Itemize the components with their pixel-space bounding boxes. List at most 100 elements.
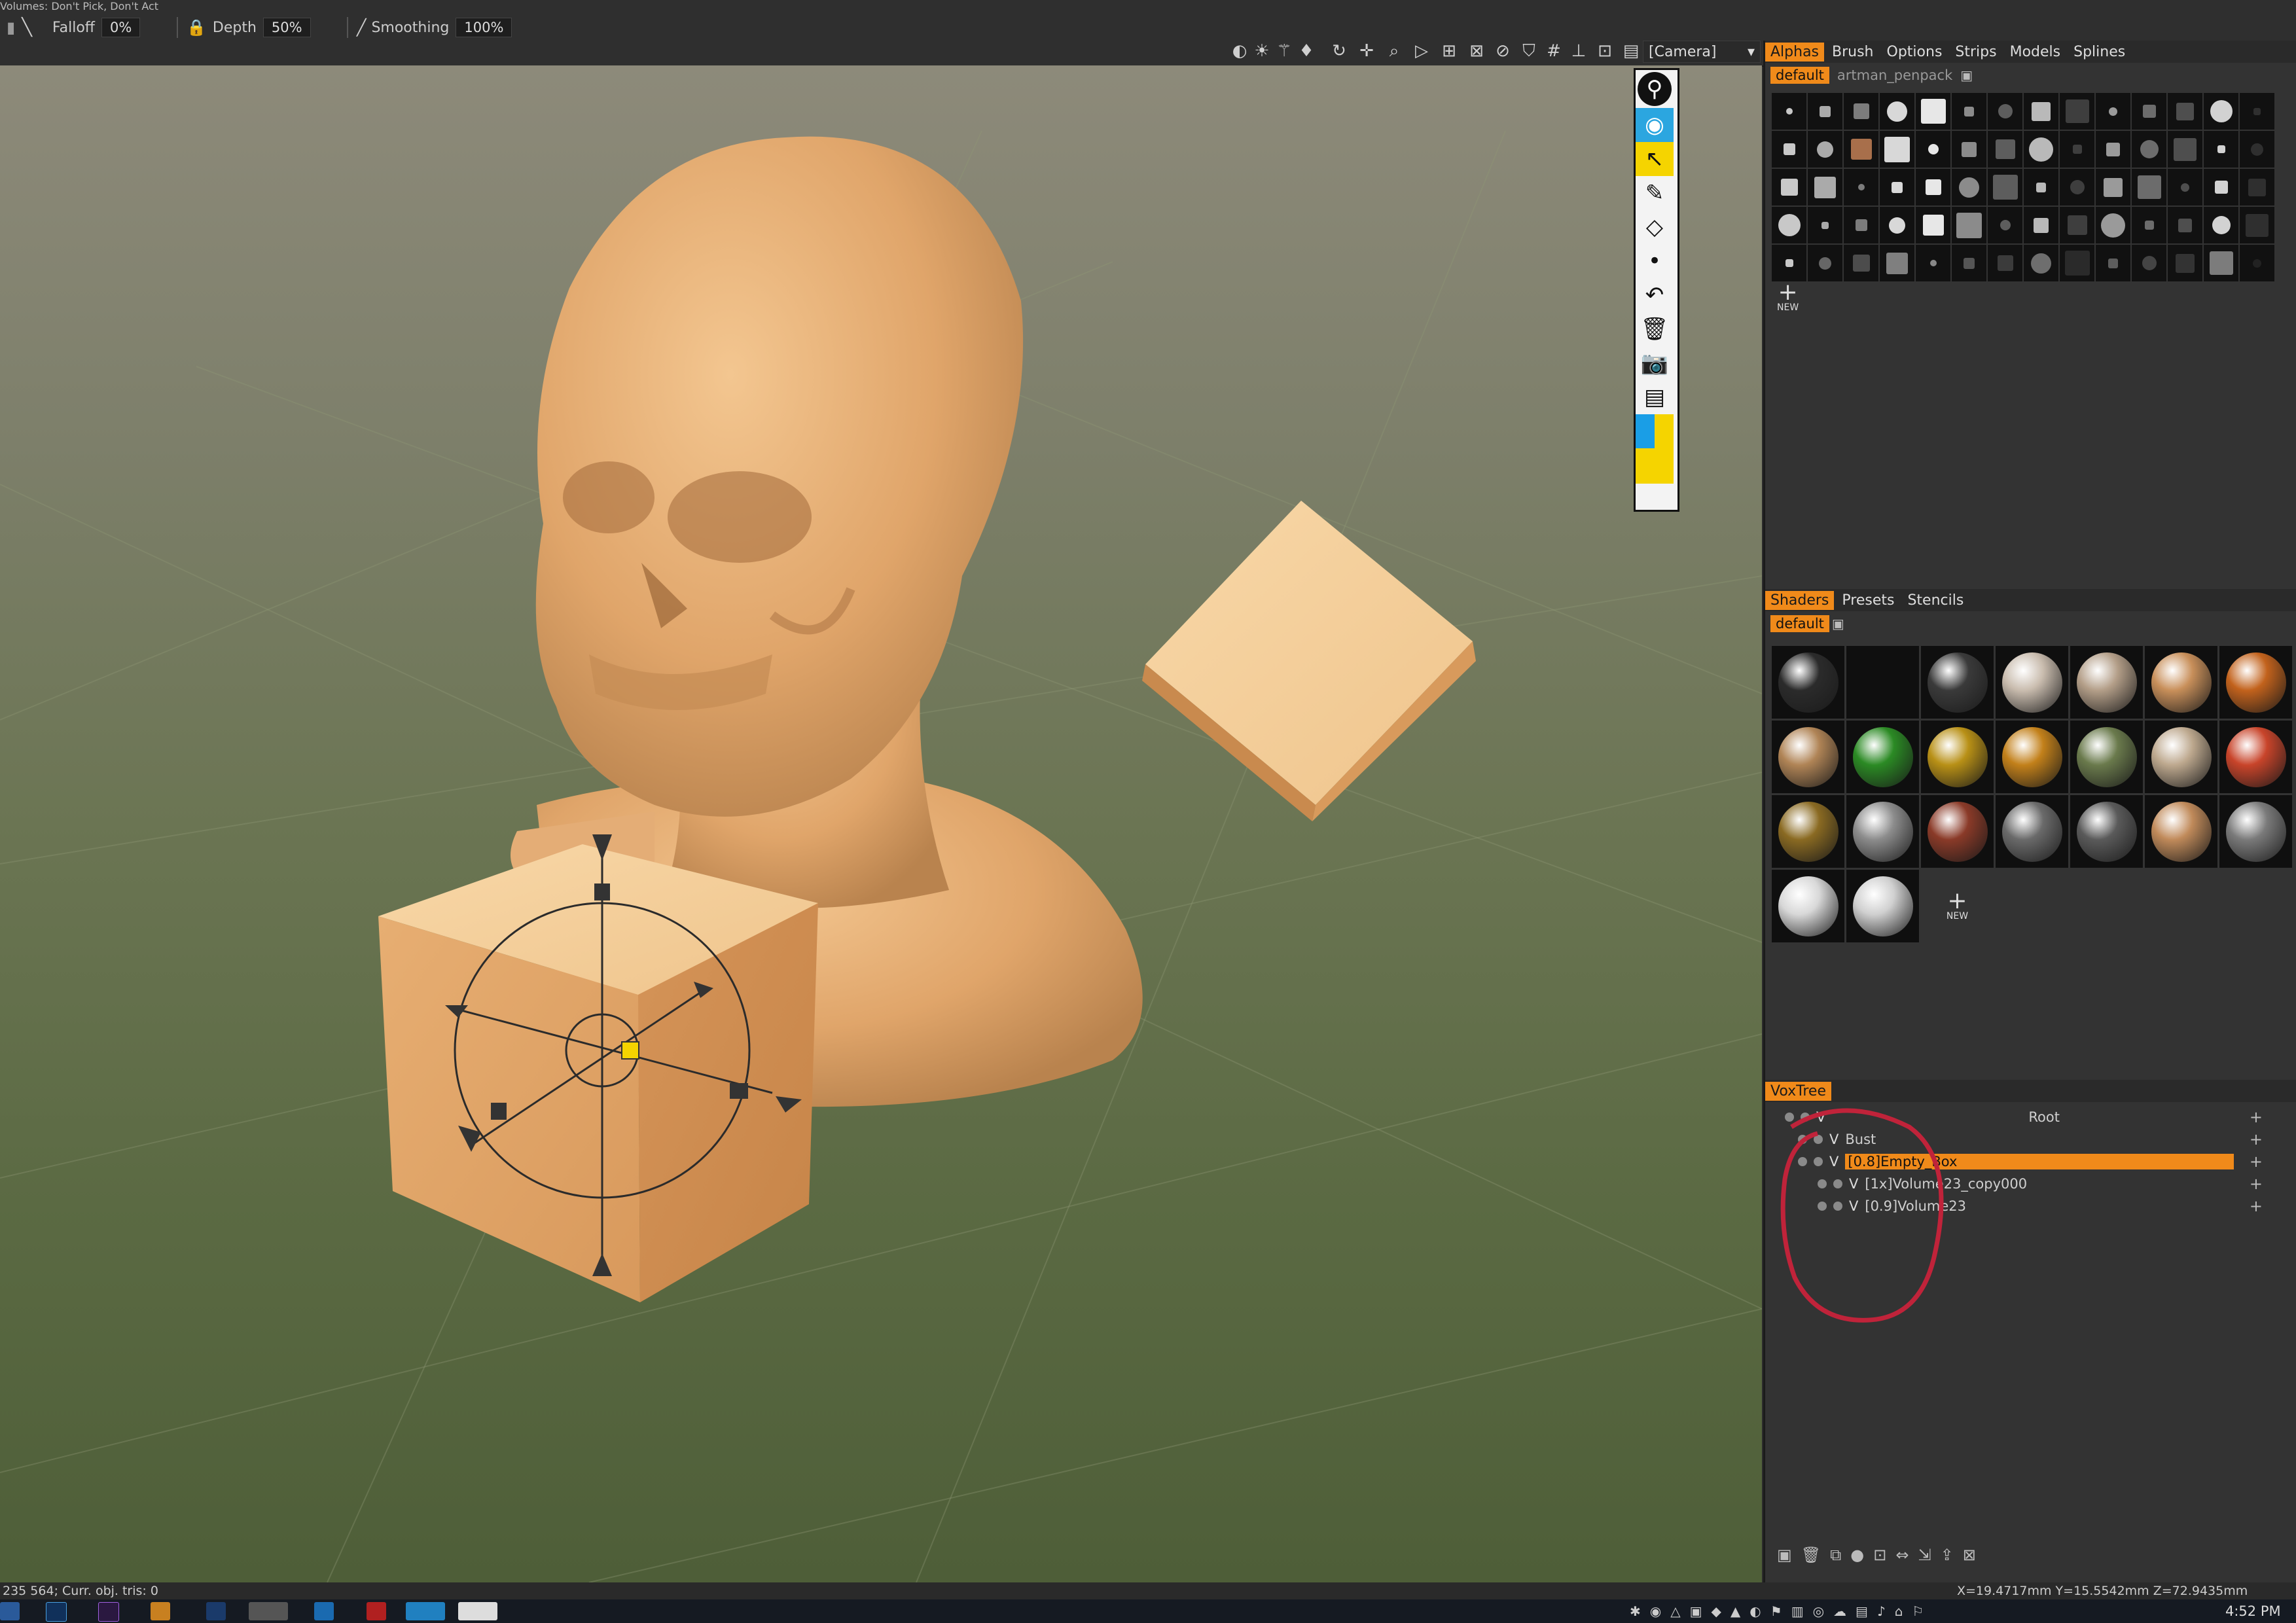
shader-thumbnail[interactable] <box>2219 646 2292 719</box>
eye-icon[interactable]: ◉ <box>1636 108 1674 142</box>
brush-tool-icon[interactable]: ✎ <box>1636 176 1674 210</box>
depth-control[interactable]: 🔒 Depth 50% <box>187 13 311 42</box>
alpha-thumbnail[interactable] <box>2168 245 2202 281</box>
tray-icon[interactable]: ◐ <box>1749 1603 1761 1619</box>
tab-shaders[interactable]: Shaders <box>1765 590 1835 610</box>
shader-thumbnail[interactable] <box>2070 721 2143 793</box>
shader-thumbnail[interactable] <box>2145 795 2217 868</box>
import-icon[interactable]: ⊠ <box>1963 1546 1976 1564</box>
shader-thumbnail[interactable] <box>2219 795 2292 868</box>
photoshop-icon[interactable] <box>46 1602 67 1622</box>
alpha-thumbnail[interactable] <box>1952 245 1986 281</box>
shader-thumbnail[interactable] <box>1996 795 2068 868</box>
shader-thumbnail[interactable] <box>1772 721 1844 793</box>
move-icon[interactable]: ✛ <box>1356 41 1377 62</box>
fit-icon[interactable]: ⊞ <box>1439 41 1460 62</box>
tray-icon[interactable]: △ <box>1670 1603 1680 1619</box>
alpha-thumbnail[interactable] <box>2024 207 2058 243</box>
tab-models[interactable]: Models <box>2005 43 2066 62</box>
alpha-thumbnail[interactable] <box>1988 207 2022 243</box>
filezilla-icon[interactable] <box>367 1602 386 1620</box>
alpha-thumbnail[interactable] <box>2096 245 2130 281</box>
merge-icon[interactable]: ⇔ <box>1895 1546 1909 1564</box>
chrome-icon[interactable] <box>249 1602 288 1620</box>
dot-icon[interactable]: • <box>1636 244 1674 278</box>
shader-thumbnail[interactable] <box>1772 646 1844 719</box>
alpha-thumbnail[interactable] <box>1844 207 1878 243</box>
split-icon[interactable]: ⇲ <box>1918 1546 1931 1564</box>
tab-brush[interactable]: Brush <box>1827 43 1879 62</box>
alpha-thumbnail[interactable] <box>1880 131 1914 168</box>
alpha-thumbnail[interactable] <box>1952 207 1986 243</box>
contrast-icon[interactable]: ◐ <box>1229 41 1250 62</box>
pin-icon[interactable]: ⚲ <box>1638 72 1672 106</box>
alpha-thumbnail[interactable] <box>1916 245 1950 281</box>
shader-thumbnail[interactable] <box>1846 721 1919 793</box>
alpha-thumbnail[interactable] <box>1808 207 1842 243</box>
shader-thumbnail[interactable] <box>2145 721 2217 793</box>
alpha-thumbnail[interactable] <box>1772 207 1806 243</box>
grid-icon[interactable]: # <box>1543 41 1564 62</box>
shader-thumbnail[interactable] <box>2219 721 2292 793</box>
flag-icon[interactable]: ⚐ <box>1912 1603 1924 1619</box>
axis-icon[interactable]: ⊥ <box>1568 41 1589 62</box>
drop-icon[interactable]: ♦ <box>1296 41 1317 62</box>
falloff-value[interactable]: 0% <box>101 18 141 37</box>
add-folder-icon[interactable]: ▣ <box>1960 67 1973 83</box>
3dcoat-icon[interactable] <box>458 1602 497 1620</box>
subtab-default-shaders[interactable]: default <box>1770 615 1829 632</box>
tray-icon[interactable]: ▣ <box>1690 1603 1702 1619</box>
alpha-thumbnail[interactable] <box>1988 245 2022 281</box>
alpha-thumbnail[interactable] <box>2132 245 2166 281</box>
alpha-thumbnail[interactable] <box>1916 207 1950 243</box>
depth-value[interactable]: 50% <box>262 18 311 37</box>
alpha-thumbnail[interactable] <box>2240 169 2274 205</box>
alpha-thumbnail[interactable] <box>1844 93 1878 130</box>
tab-splines[interactable]: Splines <box>2068 43 2130 62</box>
new-layer-icon[interactable]: ▣ <box>1777 1546 1792 1564</box>
alpha-thumbnail[interactable] <box>2096 207 2130 243</box>
smoothing-value[interactable]: 100% <box>456 18 512 37</box>
shader-thumbnail[interactable] <box>1921 646 1994 719</box>
alpha-thumbnail[interactable] <box>2132 93 2166 130</box>
alpha-thumbnail[interactable] <box>1880 169 1914 205</box>
alpha-thumbnail[interactable] <box>2240 93 2274 130</box>
alpha-thumbnail[interactable] <box>2060 131 2094 168</box>
alpha-thumbnail[interactable] <box>1952 93 1986 130</box>
alpha-thumbnail[interactable] <box>1988 93 2022 130</box>
rotate-icon[interactable]: ↻ <box>1329 41 1350 62</box>
alpha-thumbnail[interactable] <box>1808 245 1842 281</box>
tray-icon[interactable]: ◎ <box>1813 1603 1824 1619</box>
alpha-thumbnail[interactable] <box>1916 93 1950 130</box>
tray-icon[interactable]: ▥ <box>1791 1603 1804 1619</box>
premiere-icon[interactable] <box>98 1602 119 1622</box>
tray-icon[interactable]: ▲ <box>1731 1603 1740 1619</box>
alpha-thumbnail[interactable] <box>2240 207 2274 243</box>
maximize-icon[interactable]: ⊡ <box>1594 41 1615 62</box>
alpha-thumbnail[interactable] <box>2060 93 2094 130</box>
shader-thumbnail[interactable] <box>1772 795 1844 868</box>
alpha-thumbnail[interactable] <box>1880 245 1914 281</box>
alpha-thumbnail[interactable] <box>2060 207 2094 243</box>
network-icon[interactable]: ⌂ <box>1895 1603 1903 1619</box>
alpha-thumbnail[interactable] <box>2096 93 2130 130</box>
subtab-artman-penpack[interactable]: artman_penpack <box>1832 67 1958 84</box>
alpha-thumbnail[interactable] <box>1880 207 1914 243</box>
shader-thumbnail[interactable] <box>1996 721 2068 793</box>
shield-icon[interactable]: ⛉ <box>1518 41 1539 62</box>
alpha-thumbnail[interactable] <box>1844 131 1878 168</box>
export-icon[interactable]: ⇪ <box>1941 1546 1954 1564</box>
tab-presets[interactable]: Presets <box>1837 591 1899 610</box>
alpha-thumbnail[interactable] <box>2204 207 2238 243</box>
clone-icon[interactable]: ⊡ <box>1873 1546 1886 1564</box>
trash-icon[interactable]: 🗑 <box>1636 312 1674 346</box>
dot-icon[interactable]: ● <box>1850 1546 1864 1564</box>
3d-viewport[interactable] <box>0 65 1762 1582</box>
alpha-thumbnail[interactable] <box>1988 131 2022 168</box>
shader-thumbnail[interactable] <box>2145 646 2217 719</box>
alpha-thumbnail[interactable] <box>1952 131 1986 168</box>
tray-icon[interactable]: ◉ <box>1650 1603 1661 1619</box>
start-icon[interactable] <box>0 1602 20 1620</box>
add-volume-icon[interactable]: + <box>2250 1108 2263 1126</box>
volumes-menu[interactable]: Volumes: Don't Pick, Don't Act <box>0 0 308 12</box>
